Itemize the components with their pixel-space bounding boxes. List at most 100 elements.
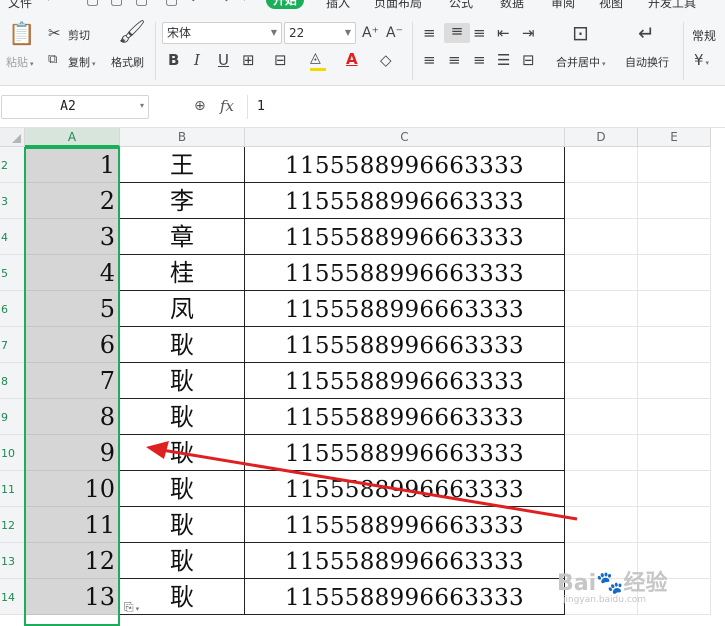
function-icon[interactable]: fx bbox=[220, 97, 234, 115]
justify-icon[interactable]: ☰ bbox=[497, 52, 510, 68]
cell-a[interactable]: 13 bbox=[25, 579, 120, 615]
format-painter-button[interactable]: 格式刷 bbox=[111, 54, 144, 70]
cell-c[interactable]: 1155588996663333 bbox=[245, 327, 565, 363]
cell-b[interactable]: 耿 bbox=[120, 543, 245, 579]
cell-d[interactable] bbox=[565, 399, 638, 435]
cell-b[interactable]: 耿 bbox=[120, 507, 245, 543]
cell-c[interactable]: 1155588996663333 bbox=[245, 399, 565, 435]
cell-e[interactable] bbox=[638, 507, 711, 543]
wrap-text-icon[interactable]: ↵ bbox=[638, 22, 655, 44]
paste-button[interactable]: 粘贴 ▾ bbox=[6, 54, 34, 70]
cell-c[interactable]: 1155588996663333 bbox=[245, 147, 565, 183]
font-name-select[interactable]: 宋体 ▼ bbox=[162, 22, 282, 44]
bold-button[interactable]: B bbox=[168, 52, 179, 68]
cell-a[interactable]: 12 bbox=[25, 543, 120, 579]
tab-view[interactable]: 视图 bbox=[599, 0, 623, 11]
underline-button[interactable]: U bbox=[218, 52, 229, 68]
column-header-b[interactable]: B bbox=[120, 128, 245, 147]
currency-icon[interactable]: ¥ ▾ bbox=[694, 52, 709, 71]
cell-a[interactable]: 8 bbox=[25, 399, 120, 435]
cell-e[interactable] bbox=[638, 255, 711, 291]
merge-center-button[interactable]: 合并居中 ▾ bbox=[556, 54, 606, 70]
cell-e[interactable] bbox=[638, 471, 711, 507]
border-icon[interactable]: ⊞ bbox=[242, 52, 255, 68]
quick-access-chevron-icon[interactable]: ▾ bbox=[242, 0, 247, 4]
export-icon[interactable]: ▢ bbox=[110, 0, 123, 8]
cell-b[interactable]: 耿 bbox=[120, 435, 245, 471]
row-header[interactable]: 8 bbox=[0, 363, 25, 399]
cell-c[interactable]: 1155588996663333 bbox=[245, 363, 565, 399]
cell-a[interactable]: 9 bbox=[25, 435, 120, 471]
cell-c[interactable]: 1155588996663333 bbox=[245, 471, 565, 507]
cell-a[interactable]: 1 bbox=[25, 147, 120, 183]
align-center-icon[interactable]: ≡ bbox=[448, 52, 461, 68]
cell-e[interactable] bbox=[638, 543, 711, 579]
increase-indent-icon[interactable]: ⇥ bbox=[522, 25, 535, 41]
cell-e[interactable] bbox=[638, 327, 711, 363]
cell-d[interactable] bbox=[565, 471, 638, 507]
cell-c[interactable]: 1155588996663333 bbox=[245, 435, 565, 471]
cell-d[interactable] bbox=[565, 579, 638, 615]
scissors-icon[interactable]: ✂ bbox=[48, 25, 61, 41]
align-middle-icon[interactable]: ≡ bbox=[444, 23, 470, 43]
cell-d[interactable] bbox=[565, 327, 638, 363]
cell-e[interactable] bbox=[638, 183, 711, 219]
paste-options-icon[interactable]: ⎘ ▾ bbox=[124, 600, 156, 618]
name-box[interactable]: A2 ▾ bbox=[1, 95, 149, 119]
cell-d[interactable] bbox=[565, 183, 638, 219]
font-color-icon[interactable]: A bbox=[346, 51, 358, 67]
cell-d[interactable] bbox=[565, 435, 638, 471]
cell-b[interactable]: 耿 bbox=[120, 327, 245, 363]
cell-c[interactable]: 1155588996663333 bbox=[245, 579, 565, 615]
cell-e[interactable] bbox=[638, 435, 711, 471]
tab-developer[interactable]: 开发工具 bbox=[648, 0, 696, 11]
column-header-e[interactable]: E bbox=[638, 128, 711, 147]
cell-e[interactable] bbox=[638, 147, 711, 183]
grow-font-icon[interactable]: A⁺ bbox=[362, 25, 379, 41]
cell-d[interactable] bbox=[565, 291, 638, 327]
print-icon[interactable]: ▢ bbox=[135, 0, 148, 8]
search-icon[interactable]: ⊕ bbox=[194, 98, 206, 114]
row-header[interactable]: 2 bbox=[0, 147, 25, 183]
cell-b[interactable]: 桂 bbox=[120, 255, 245, 291]
tab-insert[interactable]: 插入 bbox=[326, 0, 350, 11]
chevron-down-icon[interactable]: ▾ bbox=[46, 0, 51, 4]
column-header-a[interactable]: A bbox=[25, 128, 120, 147]
tab-formulas[interactable]: 公式 bbox=[449, 0, 473, 11]
cell-e[interactable] bbox=[638, 399, 711, 435]
redo-icon[interactable]: ↷ bbox=[218, 0, 230, 8]
cell-d[interactable] bbox=[565, 147, 638, 183]
row-header[interactable]: 7 bbox=[0, 327, 25, 363]
cell-c[interactable]: 1155588996663333 bbox=[245, 507, 565, 543]
cell-a[interactable]: 2 bbox=[25, 183, 120, 219]
cell-e[interactable] bbox=[638, 363, 711, 399]
cell-a[interactable]: 7 bbox=[25, 363, 120, 399]
copy-icon[interactable]: ⧉ bbox=[48, 52, 57, 68]
align-bottom-icon[interactable]: ≡ bbox=[473, 25, 486, 41]
cell-c[interactable]: 1155588996663333 bbox=[245, 219, 565, 255]
cell-b[interactable]: 王 bbox=[120, 147, 245, 183]
fill-color-icon[interactable]: ◬ bbox=[310, 50, 321, 66]
save-icon[interactable]: ▢ bbox=[86, 0, 99, 8]
column-header-d[interactable]: D bbox=[565, 128, 638, 147]
merge-center-icon[interactable]: ⊡ bbox=[572, 22, 589, 44]
tab-home[interactable]: 开始 bbox=[266, 0, 305, 9]
menu-file[interactable]: 文件 bbox=[8, 0, 32, 11]
cell-b[interactable]: 耿 bbox=[120, 363, 245, 399]
copy-button[interactable]: 复制 ▾ bbox=[68, 54, 96, 70]
row-header[interactable]: 14 bbox=[0, 579, 25, 615]
tab-page-layout[interactable]: 页面布局 bbox=[374, 0, 422, 11]
number-format-select[interactable]: 常规 bbox=[692, 27, 716, 44]
cut-button[interactable]: 剪切 bbox=[68, 27, 90, 43]
cell-b[interactable]: 耿 bbox=[120, 471, 245, 507]
cell-e[interactable] bbox=[638, 579, 711, 615]
decrease-indent-icon[interactable]: ⇤ bbox=[497, 25, 510, 41]
cell-a[interactable]: 11 bbox=[25, 507, 120, 543]
shrink-font-icon[interactable]: A⁻ bbox=[386, 25, 403, 41]
cell-d[interactable] bbox=[565, 363, 638, 399]
cell-b[interactable]: 李 bbox=[120, 183, 245, 219]
cell-a[interactable]: 10 bbox=[25, 471, 120, 507]
cell-a[interactable]: 3 bbox=[25, 219, 120, 255]
format-painter-icon[interactable]: 🖌 bbox=[118, 20, 146, 46]
cell-a[interactable]: 6 bbox=[25, 327, 120, 363]
